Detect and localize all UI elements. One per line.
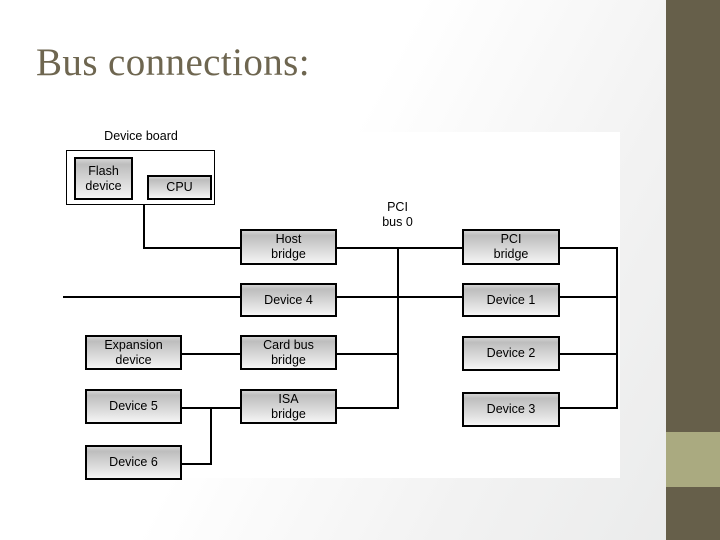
pci-bus-0-label: PCI bus 0	[382, 200, 413, 229]
wire-device1-right-bus	[558, 296, 618, 298]
wire-device2-right	[558, 353, 618, 355]
page-title: Bus connections:	[36, 41, 310, 84]
wire-deviceboard-down	[143, 205, 145, 249]
node-host-bridge[interactable]: Host bridge	[240, 229, 337, 265]
wire-pci-bus-trunk	[397, 247, 399, 407]
sidebar-accent-middle	[666, 432, 720, 487]
node-flash-device[interactable]: Flash device	[74, 157, 133, 200]
wire-right-bus-trunk	[616, 247, 618, 407]
node-device-6[interactable]: Device 6	[85, 445, 182, 480]
sidebar-accent-bottom	[666, 487, 720, 540]
bus-connections-diagram: Device board Flash device CPU Host bridg…	[0, 129, 620, 480]
wire-host-pcibridge	[335, 247, 464, 249]
node-device-1[interactable]: Device 1	[462, 283, 560, 317]
wire-device5-junction	[180, 407, 212, 409]
wire-device4-device1	[335, 296, 464, 298]
wire-junction-isa	[210, 407, 242, 409]
wire-device56-junction	[210, 407, 212, 465]
slide: Bus connections: Device board Flash devi…	[0, 0, 720, 540]
wire-expansion-cardbus	[180, 353, 242, 355]
wire-left-bus	[63, 296, 242, 298]
wire-device6-junction	[180, 463, 212, 465]
node-device-2[interactable]: Device 2	[462, 336, 560, 371]
node-card-bus-bridge[interactable]: Card bus bridge	[240, 335, 337, 370]
node-device-5[interactable]: Device 5	[85, 389, 182, 424]
device-board-label: Device board	[104, 129, 178, 143]
node-cpu[interactable]: CPU	[147, 175, 212, 200]
node-expansion-device[interactable]: Expansion device	[85, 335, 182, 370]
wire-deviceboard-host	[143, 247, 242, 249]
node-device-4[interactable]: Device 4	[240, 283, 337, 317]
wire-isa-pcibus	[335, 407, 399, 409]
wire-cardbus-pcibus	[335, 353, 399, 355]
node-isa-bridge[interactable]: ISA bridge	[240, 389, 337, 424]
sidebar-accent-top	[666, 0, 720, 432]
node-device-3[interactable]: Device 3	[462, 392, 560, 427]
wire-device3-right	[558, 407, 618, 409]
node-pci-bridge[interactable]: PCI bridge	[462, 229, 560, 265]
wire-pcibridge-right	[558, 247, 618, 249]
